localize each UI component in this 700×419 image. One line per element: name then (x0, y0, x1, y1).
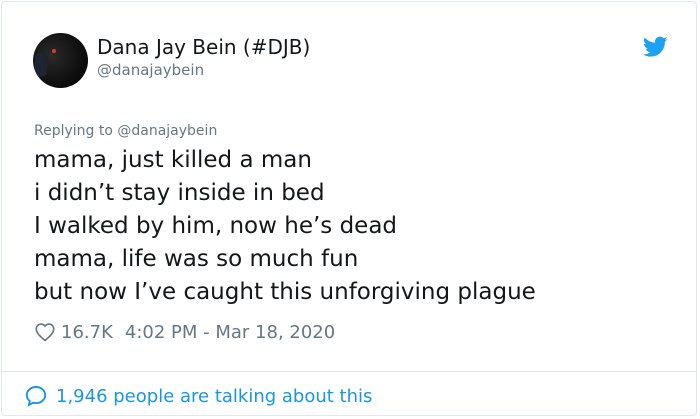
author-display-name[interactable]: Dana Jay Bein (#DJB) (97, 34, 310, 60)
talking-about-text: 1,946 people are talking about this (56, 385, 373, 407)
tweet-card: Dana Jay Bein (#DJB) @danajaybein Replyi… (1, 1, 697, 416)
talking-about-link[interactable]: 1,946 people are talking about this (24, 383, 372, 409)
avatar-light (52, 49, 56, 53)
author-handle[interactable]: @danajaybein (97, 60, 204, 80)
comment-bubble-icon (25, 386, 47, 407)
tweet-line: i didn’t stay inside in bed (34, 180, 325, 206)
timestamp[interactable]: 4:02 PM - Mar 18, 2020 (125, 322, 335, 343)
tweet-meta: 16.7K 4:02 PM - Mar 18, 2020 (34, 320, 335, 344)
heart-icon[interactable] (34, 321, 56, 343)
tweet-line: mama, life was so much fun (34, 246, 359, 272)
like-count[interactable]: 16.7K (61, 322, 113, 343)
divider (2, 371, 696, 372)
twitter-bird-icon[interactable] (643, 36, 668, 58)
tweet-line: mama, just killed a man (34, 147, 312, 173)
replying-to[interactable]: Replying to @danajaybein (34, 121, 217, 141)
tweet-line: I walked by him, now he’s dead (34, 213, 398, 239)
tweet-line: but now I’ve caught this unforgiving pla… (34, 279, 536, 305)
avatar-shade (35, 53, 47, 77)
tweet-text: mama, just killed a man i didn’t stay in… (34, 144, 536, 309)
avatar[interactable] (33, 33, 88, 88)
